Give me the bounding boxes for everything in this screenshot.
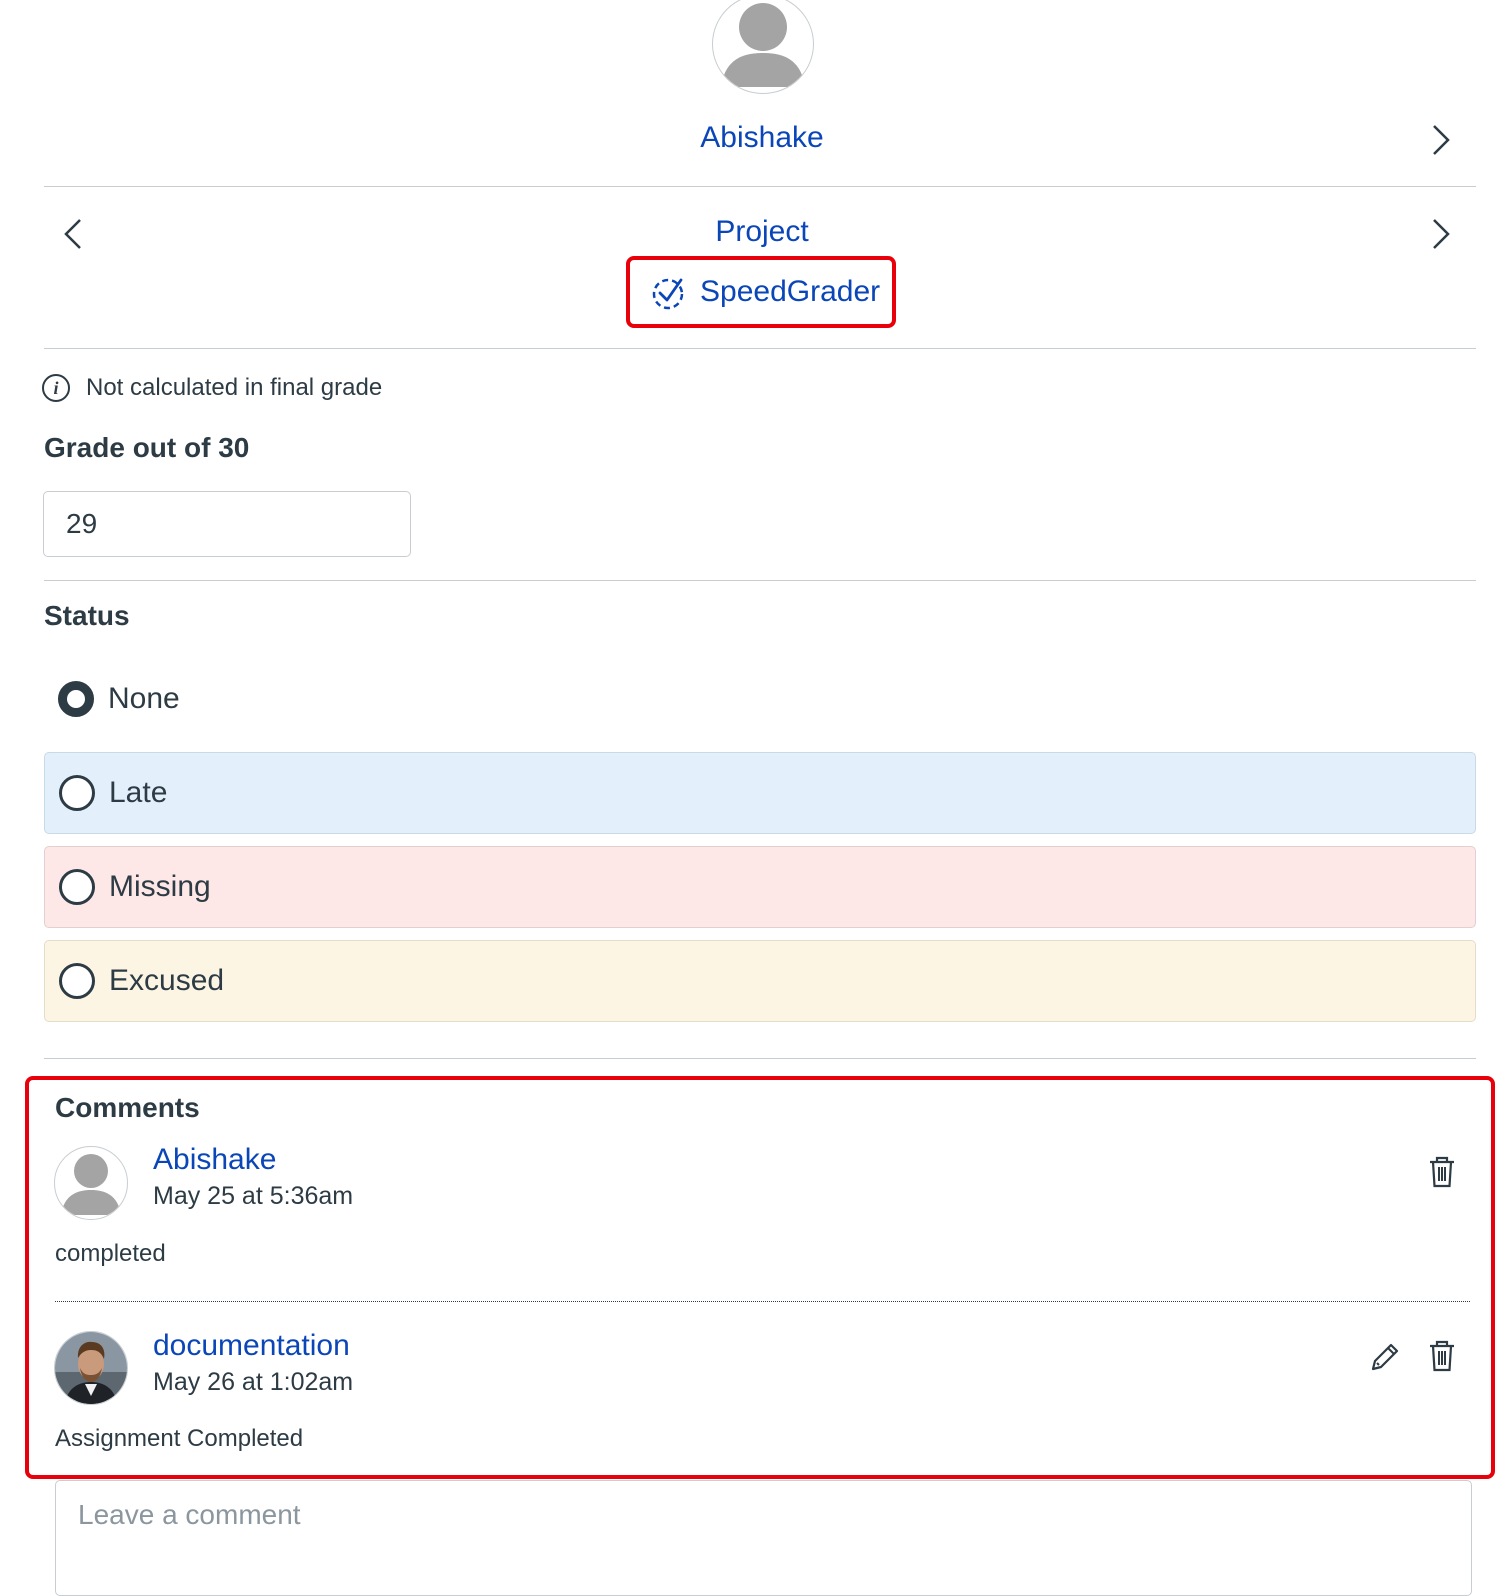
- comment-avatar: [54, 1146, 128, 1220]
- speedgrader-link[interactable]: SpeedGrader: [648, 268, 880, 316]
- status-option-missing[interactable]: Missing: [44, 846, 1476, 928]
- comments-title: Comments: [55, 1092, 200, 1123]
- comment-avatar-photo: [54, 1331, 128, 1405]
- student-avatar: [712, 0, 814, 94]
- speedgrader-icon: [652, 278, 684, 310]
- next-assignment-chevron-icon[interactable]: [1420, 214, 1460, 254]
- grade-label: Grade out of 30: [44, 432, 250, 463]
- radio-icon[interactable]: [59, 963, 95, 999]
- divider: [44, 580, 1476, 581]
- divider: [44, 348, 1476, 349]
- comments-highlight: [25, 1076, 1495, 1479]
- status-option-label: None: [108, 682, 180, 715]
- radio-icon[interactable]: [59, 775, 95, 811]
- comment-date: May 26 at 1:02am: [153, 1368, 354, 1396]
- comment-text: Assignment Completed: [55, 1425, 304, 1452]
- status-option-excused[interactable]: Excused: [44, 940, 1476, 1022]
- comment-separator: [55, 1301, 1470, 1302]
- default-avatar-icon: [721, 3, 805, 87]
- status-option-none[interactable]: None: [44, 658, 1476, 740]
- comment-author-link[interactable]: Abishake: [153, 1142, 276, 1178]
- speedgrader-label: SpeedGrader: [700, 275, 881, 308]
- default-avatar-icon: [61, 1154, 121, 1215]
- status-option-label: Excused: [109, 964, 225, 997]
- comment-text: completed: [55, 1240, 166, 1267]
- status-option-label: Late: [109, 776, 168, 809]
- radio-icon[interactable]: [59, 869, 95, 905]
- info-icon: i: [42, 374, 70, 402]
- divider: [44, 186, 1476, 187]
- info-text: Not calculated in final grade: [86, 374, 383, 401]
- grade-input[interactable]: [43, 491, 411, 557]
- status-option-late[interactable]: Late: [44, 752, 1476, 834]
- next-student-chevron-icon[interactable]: [1420, 120, 1460, 160]
- status-label: Status: [44, 600, 130, 631]
- assignment-name-link[interactable]: Project: [0, 212, 1506, 252]
- comment-input[interactable]: [55, 1480, 1472, 1596]
- pencil-icon[interactable]: [1366, 1336, 1406, 1376]
- divider: [44, 1058, 1476, 1059]
- photo-avatar: [55, 1332, 127, 1404]
- grade-info-row: i Not calculated in final grade: [42, 374, 382, 402]
- comment-author-link[interactable]: documentation: [153, 1328, 350, 1364]
- trash-icon[interactable]: [1422, 1152, 1462, 1192]
- status-option-label: Missing: [109, 870, 211, 903]
- comment-date: May 25 at 5:36am: [153, 1182, 354, 1210]
- trash-icon[interactable]: [1422, 1336, 1462, 1376]
- student-name-link[interactable]: Abishake: [0, 118, 1506, 158]
- radio-selected-icon[interactable]: [58, 681, 94, 717]
